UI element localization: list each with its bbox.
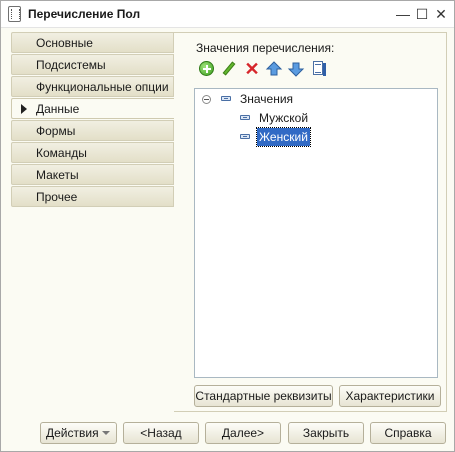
enum-values-label: Значения перечисления: [196, 41, 335, 55]
add-icon[interactable] [198, 60, 216, 78]
tab-subsystems[interactable]: Подсистемы [11, 54, 174, 75]
move-up-icon[interactable] [265, 60, 283, 78]
next-button[interactable]: Далее> [205, 422, 281, 444]
minimize-button[interactable]: — [394, 5, 412, 23]
collapse-icon[interactable] [202, 95, 211, 104]
tab-basic[interactable]: Основные [11, 32, 174, 53]
tab-forms[interactable]: Формы [11, 120, 174, 141]
tree-root-label: Значения [240, 92, 294, 106]
tree-item-label-selected: Женский [256, 127, 311, 147]
tree-item-label: Мужской [259, 111, 309, 125]
tab-label: Команды [36, 146, 87, 160]
attribute-icon [221, 96, 231, 101]
tab-label: Прочее [36, 190, 78, 204]
tab-data[interactable]: Данные [11, 98, 174, 119]
tab-functional-options[interactable]: Функциональные опции [11, 76, 174, 97]
characteristics-button[interactable]: Характеристики [339, 385, 441, 407]
tab-templates[interactable]: Макеты [11, 164, 174, 185]
actions-dropdown[interactable]: Действия [40, 422, 117, 444]
back-button[interactable]: <Назад [123, 422, 199, 444]
actions-label: Действия [46, 426, 99, 440]
enum-editor-window: Перечисление Пол — ☐ ✕ Основные Подсисте… [0, 0, 455, 452]
maximize-button[interactable]: ☐ [413, 5, 431, 23]
data-panel: Значения перечисления: ✕ Значения Мужско… [174, 32, 447, 412]
sort-list-icon[interactable] [310, 60, 328, 78]
title-bar: Перечисление Пол — ☐ ✕ [1, 1, 454, 28]
tree-root-row[interactable]: Значения [195, 90, 435, 108]
current-tab-arrow-icon [21, 104, 27, 114]
delete-icon[interactable]: ✕ [243, 60, 261, 78]
section-tabs: Основные Подсистемы Функциональные опции… [11, 32, 174, 208]
close-button[interactable]: Закрыть [288, 422, 364, 444]
window-title: Перечисление Пол [28, 7, 141, 21]
enum-object-icon [8, 6, 21, 22]
help-button[interactable]: Справка [370, 422, 446, 444]
tab-label: Макеты [36, 168, 79, 182]
tab-label: Подсистемы [36, 58, 106, 72]
tab-label: Функциональные опции [36, 80, 169, 94]
standard-attributes-button[interactable]: Стандартные реквизиты [194, 385, 333, 407]
dropdown-arrow-icon [102, 431, 110, 435]
enum-value-icon [240, 134, 250, 139]
tab-label: Формы [36, 124, 76, 138]
enum-values-tree[interactable]: Значения Мужской Женский [194, 88, 438, 378]
tree-item-male[interactable]: Мужской [195, 109, 435, 127]
enum-value-icon [240, 115, 250, 120]
tab-other[interactable]: Прочее [11, 186, 174, 207]
tab-label: Данные [36, 102, 80, 116]
move-down-icon[interactable] [287, 60, 305, 78]
close-window-button[interactable]: ✕ [432, 5, 450, 23]
tab-commands[interactable]: Команды [11, 142, 174, 163]
edit-icon[interactable] [220, 60, 238, 78]
tree-item-female[interactable]: Женский [195, 127, 435, 147]
tab-label: Основные [36, 36, 93, 50]
